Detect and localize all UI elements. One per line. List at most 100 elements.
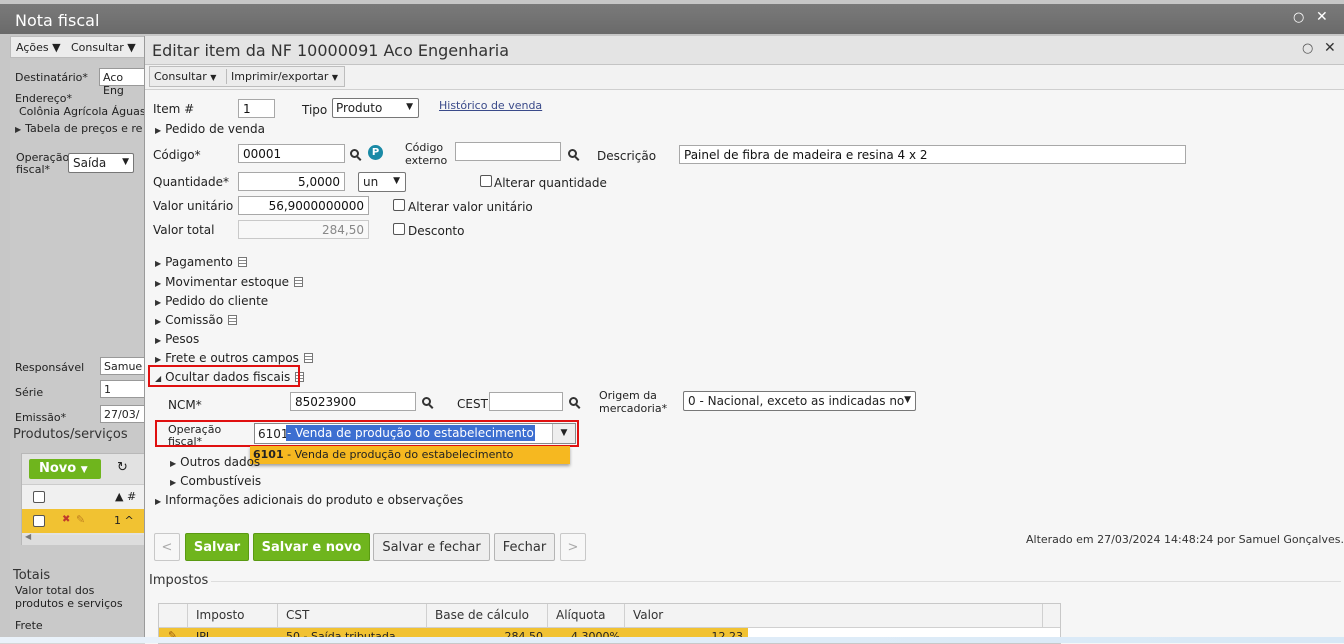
codigo-search-icon[interactable] [350,149,359,158]
bg-row-edit-icon[interactable]: ✎ [76,513,85,526]
impostos-col-valor[interactable]: Valor [625,604,1043,627]
bg-tabela-precos[interactable]: ▶ Tabela de preços e re [15,123,142,135]
bg-operacao-select[interactable]: Saída ▼ [68,153,134,173]
bg-novo-button[interactable]: Novo ▼ [29,459,101,479]
bg-row-delete-icon[interactable]: ✖ [62,514,70,525]
bg-responsavel-field[interactable]: Samue [100,357,150,375]
alterar-valor-unitario-checkbox[interactable] [393,199,405,211]
alterar-quantidade-checkbox[interactable] [480,175,492,187]
edit-item-dialog: Editar item da NF 10000091 Aco Engenhari… [144,36,1344,644]
bg-serie-field[interactable]: 1 [100,380,150,398]
codigo-field[interactable] [238,144,345,163]
dialog-chat-icon[interactable]: ○ [1302,41,1313,56]
quantidade-field[interactable] [238,172,345,191]
dialog-title: Editar item da NF 10000091 Aco Engenhari… [152,41,510,60]
menu-consultar[interactable]: Consultar ▼ [154,70,216,83]
fechar-button[interactable]: Fechar [494,533,555,561]
bg-row-checkbox[interactable] [33,515,45,527]
bg-window-title: Nota fiscal [15,11,100,30]
section-frete[interactable]: ▶ Frete e outros campos [155,351,313,365]
ncm-search-icon[interactable] [422,397,431,406]
alterar-valor-unitario-label: Alterar valor unitário [408,200,533,214]
bg-grid-row[interactable]: ✖ ✎ 1 ^ [22,509,152,533]
historico-venda-link[interactable]: Histórico de venda [439,99,542,112]
bg-emissao-field[interactable]: 27/03/ [100,405,150,423]
bg-endereco-value: Colônia Agrícola Águas [19,105,146,118]
menu-imprimir-exportar[interactable]: Imprimir/exportar ▼ [231,70,338,83]
next-button[interactable]: > [560,533,586,561]
bg-close-icon[interactable]: ✕ [1316,9,1328,25]
comissao-doc-icon [228,315,238,325]
section-pedido-venda[interactable]: ▶ Pedido de venda [155,122,265,136]
section-pesos[interactable]: ▶ Pesos [155,332,199,346]
valor-unitario-label: Valor unitário [153,199,234,213]
impostos-col-base[interactable]: Base de cálculo [427,604,548,627]
tipo-select[interactable]: Produto ▼ [332,98,419,118]
operacao-fiscal-dropdown-option[interactable]: 6101 - Venda de produção do estabelecime… [250,446,570,464]
codigo-info-icon[interactable]: P [368,145,383,160]
codigo-label: Código* [153,148,201,162]
codigo-externo-label-2: externo [405,154,448,167]
valor-total-field [238,220,369,239]
codigo-externo-field[interactable] [455,142,561,161]
highlight-operacao-fiscal [155,420,579,447]
bg-destinatario-field[interactable]: Aco Eng [99,68,149,97]
impostos-col-cst[interactable]: CST [278,604,427,627]
impostos-col-aliquota[interactable]: Alíquota [548,604,625,627]
highlight-ocultar-dados-fiscais [148,365,300,387]
section-pedido-cliente[interactable]: ▶ Pedido do cliente [155,294,268,308]
codigo-externo-search-icon[interactable] [568,149,577,158]
impostos-col-imposto[interactable]: Imposto [188,604,278,627]
salvar-fechar-button[interactable]: Salvar e fechar [373,533,490,561]
codigo-externo-label-1: Código [405,141,444,154]
dropdown-option-desc: - Venda de produção do estabelecimento [283,448,514,461]
bg-chat-icon[interactable]: ○ [1293,10,1304,25]
cest-search-icon[interactable] [569,397,578,406]
section-outros-dados[interactable]: ▶ Outros dados [170,455,260,469]
cest-field[interactable] [489,392,563,411]
desconto-checkbox[interactable] [393,223,405,235]
ncm-field[interactable] [290,392,416,411]
section-movimentar-estoque[interactable]: ▶ Movimentar estoque [155,275,304,289]
ncm-label: NCM* [168,398,202,412]
bg-select-all-checkbox[interactable] [33,491,45,503]
salvar-novo-button[interactable]: Salvar e novo [253,533,370,561]
bg-emissao-label: Emissão* [15,411,67,424]
section-informacoes-adicionais[interactable]: ▶ Informações adicionais do produto e obs… [155,493,463,507]
bg-hash-col[interactable]: ▲ # [115,490,136,503]
bg-destinatario-label: Destinatário* [15,71,88,84]
valor-total-label: Valor total [153,223,215,237]
bg-endereco-label: Endereço* [15,92,72,105]
section-pagamento[interactable]: ▶ Pagamento [155,255,247,269]
bg-row-num: 1 ^ [114,514,134,527]
bg-serie-label: Série [15,386,44,399]
bg-menu-acoes[interactable]: Ações ▼ [16,41,61,54]
prev-button[interactable]: < [154,533,180,561]
bg-menubar: Ações ▼ Consultar ▼ [10,36,145,58]
dialog-close-icon[interactable]: ✕ [1324,40,1336,56]
impostos-title: Impostos [149,573,209,588]
bg-refresh-icon[interactable]: ↻ [117,460,128,475]
bg-operacao-label-1: Operação [16,151,70,164]
pagamento-doc-icon [237,257,247,267]
bg-menu-consultar[interactable]: Consultar ▼ [71,41,136,54]
bg-responsavel-label: Responsável [15,361,85,374]
section-comissao[interactable]: ▶ Comissão [155,313,238,327]
bg-operacao-label-2: fiscal* [16,163,51,176]
quantidade-label: Quantidade* [153,175,230,189]
origem-select[interactable]: 0 - Nacional, exceto as indicadas nos c ▼ [683,391,916,411]
section-combustiveis[interactable]: ▶ Combustíveis [170,474,261,488]
impostos-col-edit [159,604,188,627]
salvar-button[interactable]: Salvar [185,533,249,561]
item-number-field[interactable] [238,99,275,118]
bg-grid-scrollbar[interactable]: ◀ [22,532,152,545]
bg-produtos-title: Produtos/serviços [13,427,128,442]
bg-valor-total-label-1: Valor total dos [15,584,95,597]
unidade-select[interactable]: un ▼ [358,172,406,192]
descricao-label: Descrição [597,149,657,163]
descricao-field[interactable] [679,145,1186,164]
desconto-label: Desconto [408,224,465,238]
valor-unitario-field[interactable] [238,196,369,215]
alterado-info: Alterado em 27/03/2024 14:48:24 por Samu… [1026,533,1344,546]
bg-form-panel: Destinatário* Aco Eng Endereço* Colônia … [10,60,152,643]
